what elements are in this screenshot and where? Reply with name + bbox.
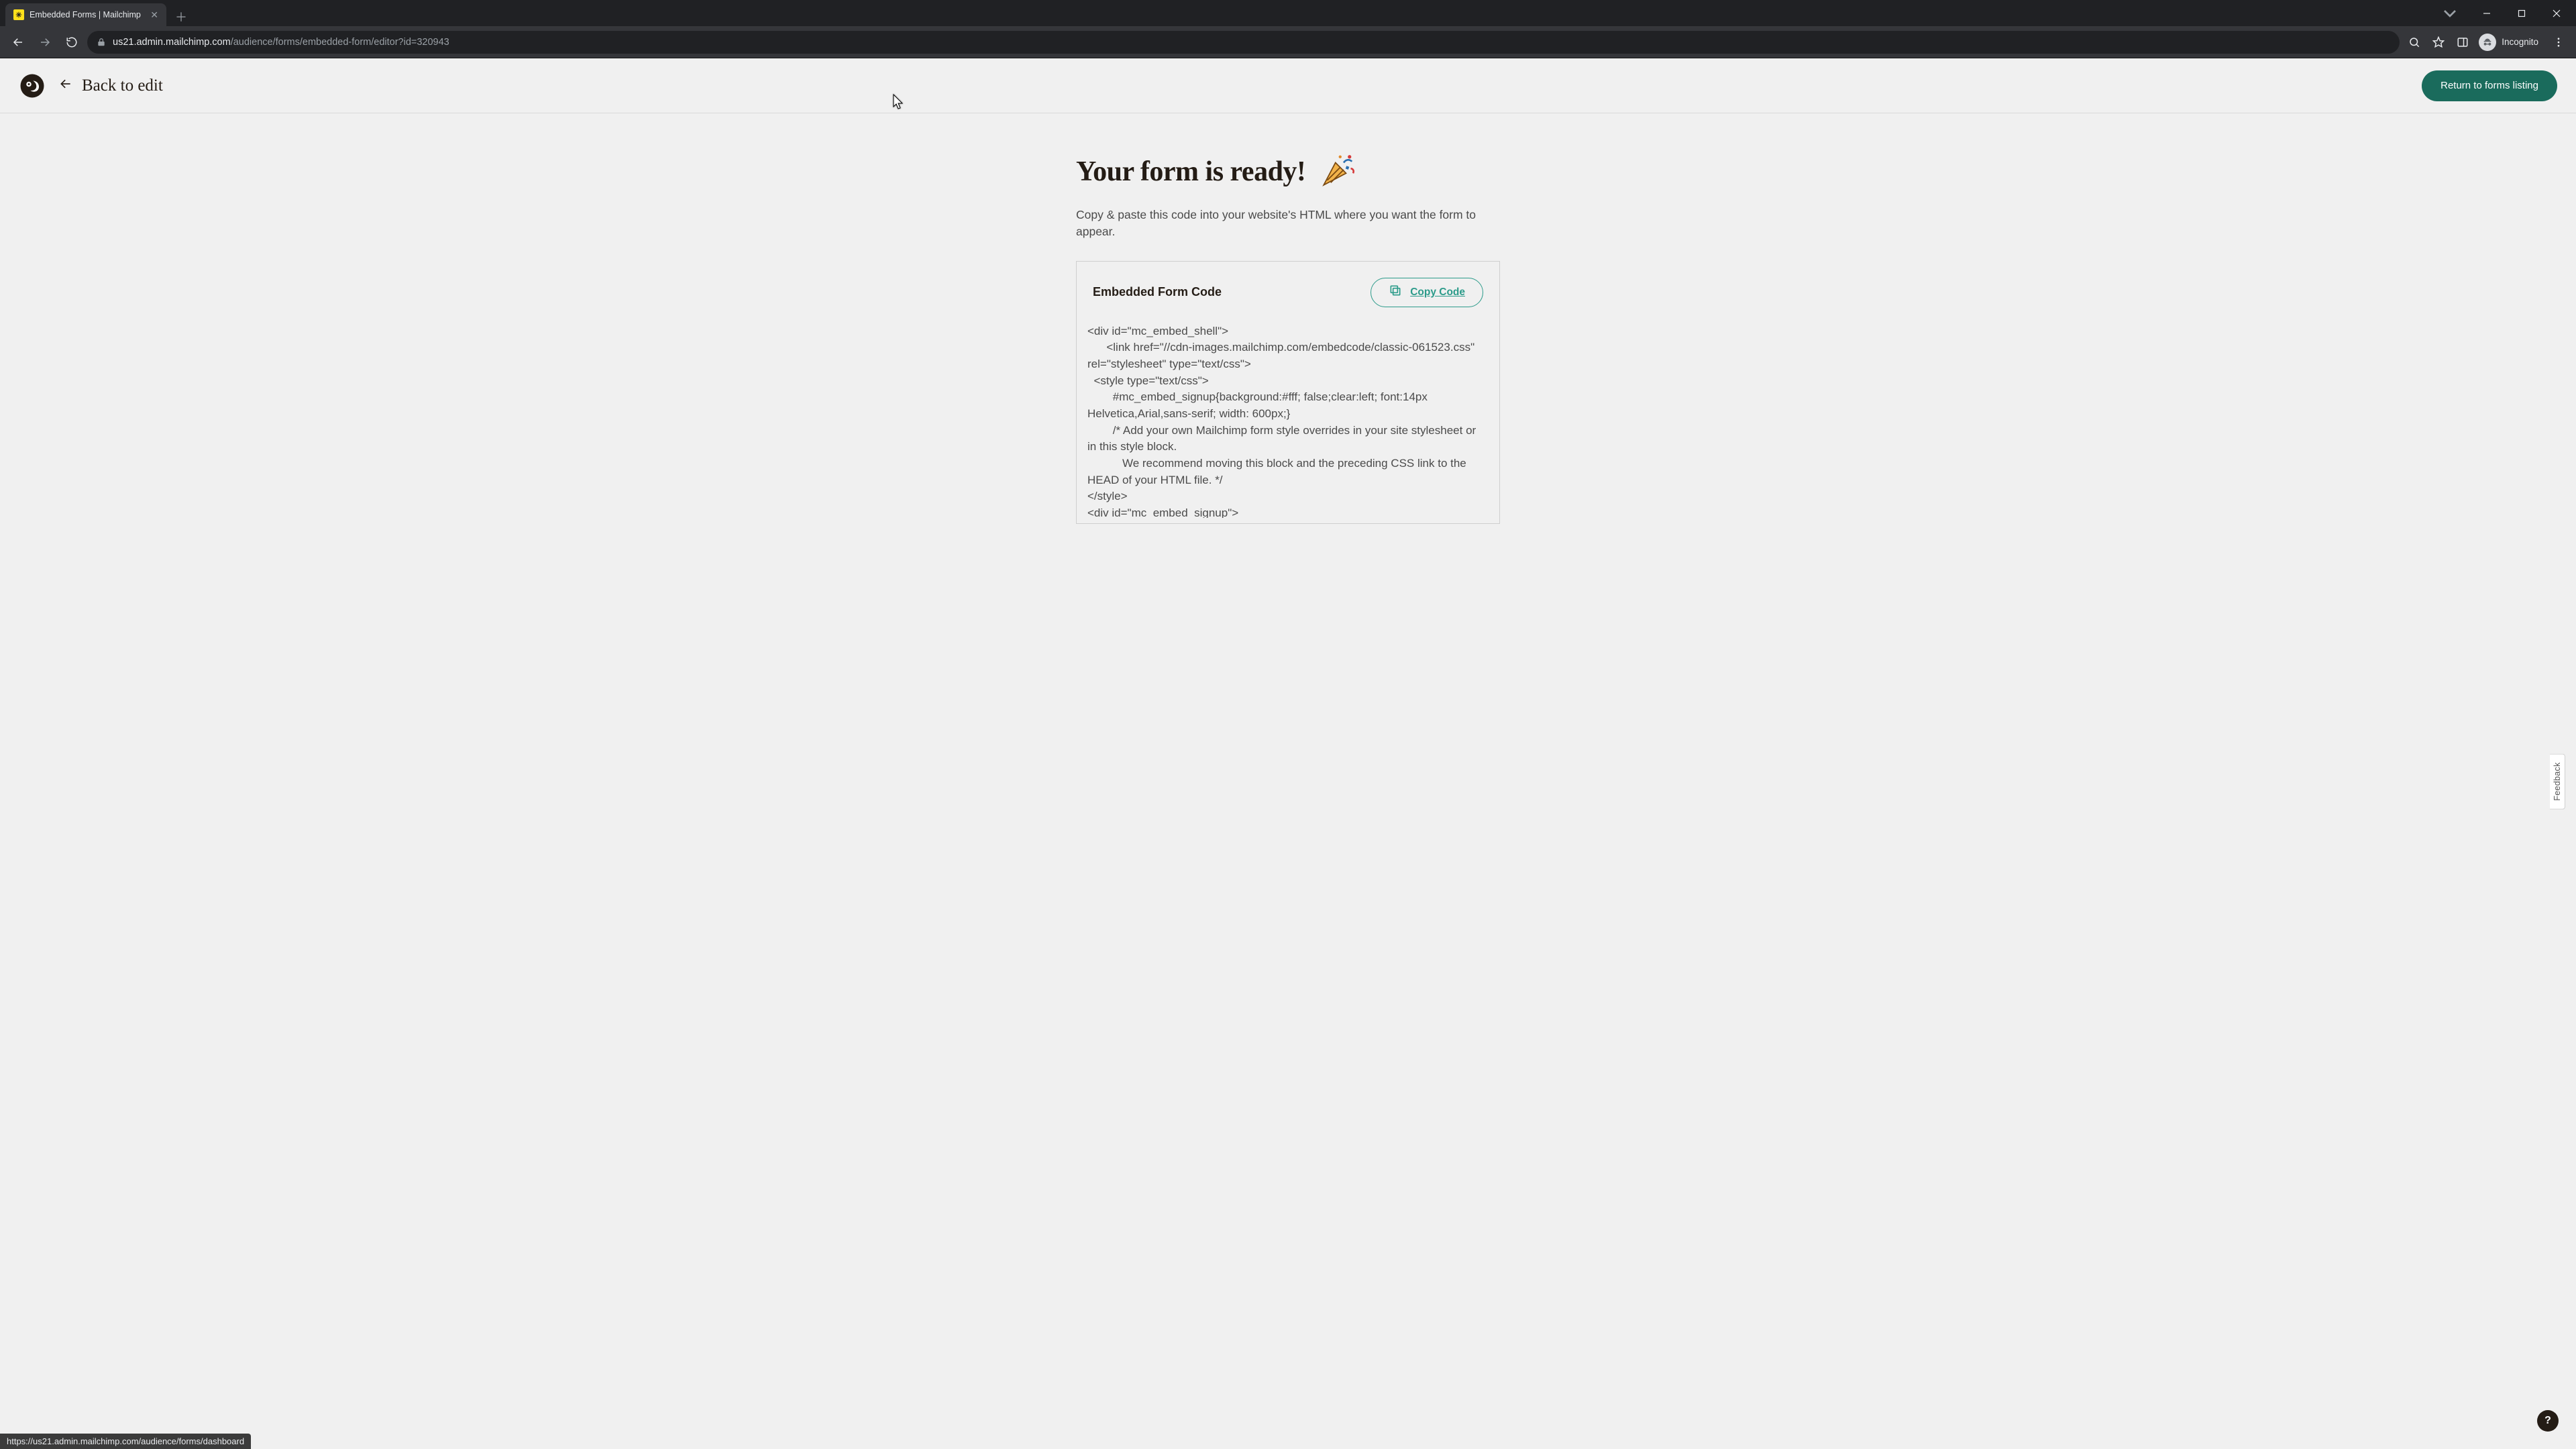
- incognito-indicator[interactable]: Incognito: [2476, 32, 2545, 53]
- page-viewport: Back to edit Return to forms listing You…: [0, 58, 2576, 1449]
- incognito-label: Incognito: [2502, 37, 2538, 47]
- back-to-edit-label: Back to edit: [82, 76, 163, 95]
- party-popper-icon: [1320, 151, 1358, 192]
- feedback-tab[interactable]: Feedback: [2550, 753, 2565, 809]
- nav-reload-button[interactable]: [60, 31, 83, 54]
- tab-title: Embedded Forms | Mailchimp: [30, 10, 145, 19]
- embed-code-textarea[interactable]: <div id="mc_embed_shell"> <link href="//…: [1087, 317, 1494, 518]
- embed-code-title: Embedded Form Code: [1093, 285, 1222, 299]
- help-button[interactable]: ?: [2537, 1410, 2559, 1432]
- app-header: Back to edit Return to forms listing: [0, 58, 2576, 113]
- window-maximize-icon[interactable]: [2506, 3, 2537, 24]
- copy-icon: [1389, 284, 1402, 301]
- address-bar[interactable]: us21.admin.mailchimp.com/audience/forms/…: [87, 31, 2400, 54]
- incognito-icon: [2479, 34, 2496, 51]
- url-text: us21.admin.mailchimp.com/audience/forms/…: [113, 37, 2390, 48]
- tab-list-caret-icon[interactable]: [2439, 0, 2461, 26]
- status-bar: https://us21.admin.mailchimp.com/audienc…: [0, 1434, 251, 1449]
- browser-tab[interactable]: ✳ Embedded Forms | Mailchimp ✕: [5, 3, 166, 26]
- url-host: us21.admin.mailchimp.com: [113, 37, 231, 48]
- window-close-icon[interactable]: [2541, 3, 2572, 24]
- side-panel-icon[interactable]: [2452, 31, 2473, 54]
- nav-forward-button[interactable]: [34, 31, 56, 54]
- browser-titlebar: ✳ Embedded Forms | Mailchimp ✕ ＋: [0, 0, 2576, 26]
- page-subtitle: Copy & paste this code into your website…: [1076, 207, 1500, 241]
- lock-icon: [97, 38, 106, 47]
- url-path: /audience/forms/embedded-form/editor?id=…: [231, 37, 449, 48]
- arrow-left-icon: [59, 77, 72, 94]
- browser-toolbar: us21.admin.mailchimp.com/audience/forms/…: [0, 26, 2576, 58]
- mailchimp-logo-icon[interactable]: [19, 72, 46, 99]
- page-title: Your form is ready!: [1076, 156, 1305, 188]
- back-to-edit-link[interactable]: Back to edit: [59, 76, 163, 95]
- window-minimize-icon[interactable]: [2471, 3, 2502, 24]
- close-tab-icon[interactable]: ✕: [150, 9, 158, 21]
- copy-code-label: Copy Code: [1410, 286, 1465, 299]
- mailchimp-favicon-icon: ✳: [13, 9, 24, 20]
- new-tab-button[interactable]: ＋: [172, 7, 191, 26]
- nav-back-button[interactable]: [7, 31, 30, 54]
- zoom-search-icon[interactable]: [2404, 31, 2425, 54]
- embed-code-card: Embedded Form Code Copy Code <div id="mc…: [1076, 261, 1500, 524]
- return-to-forms-listing-button[interactable]: Return to forms listing: [2422, 70, 2557, 101]
- copy-code-button[interactable]: Copy Code: [1371, 278, 1483, 307]
- bookmark-star-icon[interactable]: [2428, 31, 2449, 54]
- browser-menu-icon[interactable]: [2548, 31, 2569, 54]
